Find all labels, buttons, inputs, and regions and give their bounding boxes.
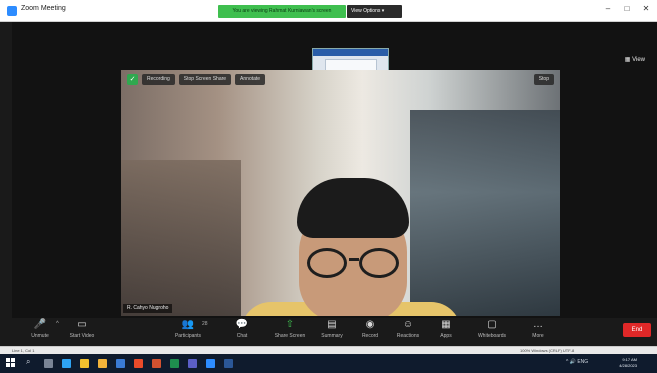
stop-pill[interactable]: Stop xyxy=(533,74,554,85)
minimize-button[interactable]: – xyxy=(601,4,615,13)
excel-icon[interactable] xyxy=(170,359,179,368)
explorer-icon[interactable] xyxy=(98,359,107,368)
background-shelf-right xyxy=(410,110,560,316)
glasses-right-lens xyxy=(359,248,399,278)
whiteboards-button[interactable]: ▢ Whiteboards xyxy=(474,319,510,345)
microphone-muted-icon: 🎤 xyxy=(33,319,47,330)
system-tray[interactable]: ^ 🔊 ENG xyxy=(566,359,588,365)
reactions-button[interactable]: ☺ Reactions xyxy=(390,319,426,345)
glasses-left-lens xyxy=(307,248,347,278)
record-icon: ◉ xyxy=(365,319,375,330)
chat-button[interactable]: 💬 Chat xyxy=(224,319,260,345)
chat-icon: 💬 xyxy=(235,319,249,330)
office-icon[interactable] xyxy=(134,359,143,368)
participant-count: 28 xyxy=(202,321,208,327)
reactions-label: Reactions xyxy=(396,333,420,339)
share-screen-icon: ⇧ xyxy=(285,319,295,330)
clock-date: 4/28/2023 xyxy=(619,363,637,368)
zoom-app-icon xyxy=(7,6,17,16)
participants-button[interactable]: 👥 Participants xyxy=(170,319,206,345)
more-label: More xyxy=(532,333,544,339)
stop-share-pill[interactable]: Stop Screen Share xyxy=(178,74,232,85)
audio-options-caret[interactable]: ^ xyxy=(56,321,59,327)
whiteboard-icon: ▢ xyxy=(487,319,497,330)
share-screen-button[interactable]: ⇧ Share Screen xyxy=(272,319,308,345)
window-title: Zoom Meeting xyxy=(21,5,66,12)
edge-icon[interactable] xyxy=(62,359,71,368)
camera-icon: ▭ xyxy=(77,319,87,330)
start-video-button[interactable]: ▭ Start Video xyxy=(64,319,100,345)
taskbar-clock[interactable]: 9:17 AM 4/28/2023 xyxy=(619,357,637,369)
summary-button[interactable]: ▤ Summary xyxy=(314,319,350,345)
record-button[interactable]: ◉ Record xyxy=(352,319,388,345)
summary-label: Summary xyxy=(321,333,343,339)
view-options-button[interactable]: View Options ▾ xyxy=(347,5,402,18)
glasses-bridge xyxy=(349,258,359,261)
thumbnail-titlebar xyxy=(313,49,388,56)
more-button[interactable]: … More xyxy=(520,319,556,345)
chat-label: Chat xyxy=(236,333,248,339)
unmute-button[interactable]: 🎤 Unmute xyxy=(22,319,58,345)
share-screen-label: Share Screen xyxy=(274,333,306,339)
reactions-icon: ☺ xyxy=(402,319,414,330)
apps-label: Apps xyxy=(440,333,452,339)
end-meeting-button[interactable]: End xyxy=(623,323,651,337)
chrome-icon[interactable] xyxy=(80,359,89,368)
participants-icon: 👥 xyxy=(181,319,195,330)
view-toggle[interactable]: ▦ View xyxy=(625,56,645,63)
security-shield-icon[interactable]: ✓ xyxy=(127,74,138,85)
title-bar: Zoom Meeting You are viewing Rahmat Kurn… xyxy=(0,0,657,22)
close-button[interactable]: ✕ xyxy=(639,4,653,13)
participants-label: Participants xyxy=(174,333,202,339)
summary-icon: ▤ xyxy=(327,319,337,330)
meeting-toolbar: 🎤 Unmute ^ ▭ Start Video 👥 Participants … xyxy=(12,318,657,346)
maximize-button[interactable]: □ xyxy=(620,4,634,13)
apps-icon: ▦ xyxy=(441,319,451,330)
zoom-window: Zoom Meeting You are viewing Rahmat Kurn… xyxy=(0,0,657,373)
apps-button[interactable]: ▦ Apps xyxy=(428,319,464,345)
windows-taskbar: ⌕ ^ 🔊 ENG 9:17 AM 4/28/2023 xyxy=(0,354,657,373)
start-video-label: Start Video xyxy=(69,333,95,339)
recording-pill[interactable]: Recording xyxy=(142,74,175,85)
store-icon[interactable] xyxy=(116,359,125,368)
whiteboards-label: Whiteboards xyxy=(477,333,507,339)
word-icon[interactable] xyxy=(224,359,233,368)
status-encoding: 100% Windows (CRLF) UTF-8 xyxy=(520,348,575,353)
participant-hair xyxy=(297,178,409,238)
task-view-icon[interactable] xyxy=(44,359,53,368)
status-position: Line 1, Col 1 xyxy=(12,348,35,353)
participant-video[interactable]: ✓ Recording Stop Screen Share Annotate S… xyxy=(121,70,560,316)
windows-start-icon[interactable] xyxy=(6,358,16,368)
unmute-label: Unmute xyxy=(31,333,49,339)
search-icon[interactable]: ⌕ xyxy=(26,357,30,367)
video-top-bar: ✓ Recording Stop Screen Share Annotate xyxy=(127,74,266,85)
screen-share-banner: You are viewing Rahmat Kurniawan's scree… xyxy=(218,5,346,18)
background-shelf-left xyxy=(121,160,241,316)
more-icon: … xyxy=(533,319,543,330)
annotate-pill[interactable]: Annotate xyxy=(235,74,266,85)
zoom-icon[interactable] xyxy=(206,359,215,368)
powerpoint-icon[interactable] xyxy=(152,359,161,368)
record-label: Record xyxy=(361,333,379,339)
teams-icon[interactable] xyxy=(188,359,197,368)
status-bar: Line 1, Col 1 100% Windows (CRLF) UTF-8 xyxy=(0,346,657,354)
participant-name-tag: R. Cahyo Nugroho xyxy=(123,304,173,313)
